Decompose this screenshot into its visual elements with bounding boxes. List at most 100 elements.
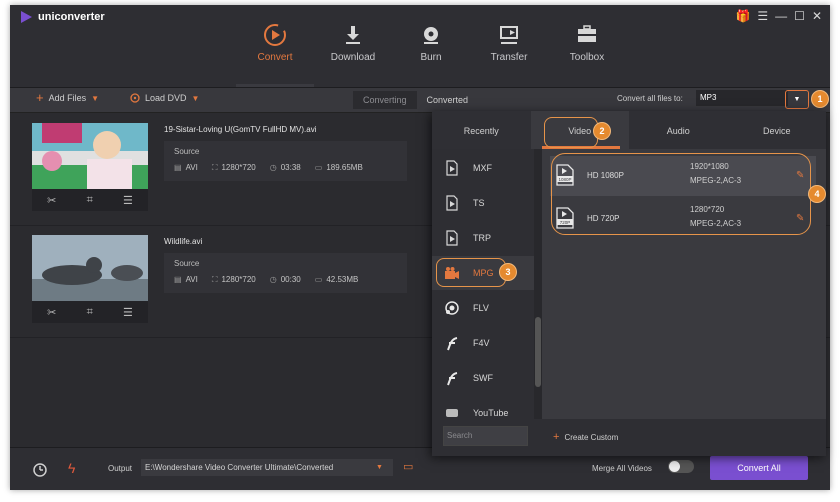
flash-f-icon bbox=[447, 372, 458, 386]
merge-toggle[interactable] bbox=[668, 460, 694, 473]
resolution-icon: ⛶ bbox=[211, 275, 218, 284]
menu-icon[interactable]: ☰ bbox=[757, 9, 768, 23]
format-item-mxf[interactable]: MXF bbox=[432, 151, 534, 185]
callout-badge-4: 4 bbox=[808, 185, 826, 203]
dvd-icon bbox=[130, 93, 140, 103]
merge-label: Merge All Videos bbox=[592, 464, 652, 473]
nav-transfer-label: Transfer bbox=[490, 52, 528, 63]
close-icon[interactable]: ✕ bbox=[812, 9, 822, 23]
clock-icon: ◷ bbox=[269, 275, 277, 284]
load-dvd-label: Load DVD bbox=[145, 93, 187, 103]
add-files-button[interactable]: + Add Files ▼ bbox=[36, 91, 99, 104]
format-list-scrollbar[interactable] bbox=[534, 149, 542, 419]
format-label: SWF bbox=[473, 373, 493, 383]
callout-badge-3: 3 bbox=[499, 263, 517, 281]
format-item-ts[interactable]: TS bbox=[432, 186, 534, 220]
file-format: AVI bbox=[185, 163, 198, 172]
cut-icon[interactable]: ✂ bbox=[47, 306, 56, 319]
flash-icon[interactable]: ϟ bbox=[68, 460, 75, 476]
window-controls: 🎁 ☰ — ☐ ✕ bbox=[735, 9, 822, 23]
video-thumbnail[interactable] bbox=[32, 123, 148, 189]
conversion-tabs: Converting Converted bbox=[353, 91, 478, 109]
nav-active-indicator bbox=[236, 84, 314, 87]
alarm-icon[interactable] bbox=[32, 461, 48, 477]
convert-all-format-select[interactable]: MP3 bbox=[696, 90, 788, 106]
nav-burn-label: Burn bbox=[420, 52, 442, 63]
add-files-label: Add Files bbox=[48, 93, 87, 103]
tab-converted[interactable]: Converted bbox=[417, 91, 479, 109]
create-custom-button[interactable]: + Create Custom bbox=[553, 431, 618, 443]
file-name: 19-Sistar-Loving U(GomTV FullHD MV).avi bbox=[164, 125, 317, 134]
thumbnail-tools: ✂ ⌗ ☰ bbox=[32, 189, 148, 211]
chevron-down-icon[interactable]: ▼ bbox=[376, 464, 383, 471]
thumbnail-tools: ✂ ⌗ ☰ bbox=[32, 301, 148, 323]
top-bar: uniconverter 🎁 ☰ — ☐ ✕ Convert Download … bbox=[10, 5, 830, 88]
file-size: 189.65MB bbox=[326, 163, 363, 172]
minimize-icon[interactable]: — bbox=[775, 9, 787, 23]
convert-icon bbox=[264, 24, 286, 46]
output-path-select[interactable]: E:\Wondershare Video Converter Ultimate\… bbox=[141, 459, 393, 476]
youtube-icon bbox=[446, 409, 458, 417]
logo-icon bbox=[21, 11, 32, 23]
download-icon bbox=[346, 26, 360, 44]
format-label: F4V bbox=[473, 338, 490, 348]
nav-download[interactable]: Download bbox=[314, 23, 392, 63]
format-dropdown-button[interactable]: ▼ bbox=[785, 90, 809, 109]
source-details: ▤ AVI ⛶ 1280*720 ◷ 00:30 ▭ 42.53MB bbox=[174, 275, 358, 285]
flash-f-icon bbox=[447, 337, 458, 351]
file-format-icon bbox=[446, 195, 458, 211]
file-duration: 00:30 bbox=[280, 275, 301, 284]
load-dvd-button[interactable]: Load DVD ▼ bbox=[130, 93, 199, 103]
app-name: uniconverter bbox=[38, 11, 105, 23]
callout-badge-1: 1 bbox=[811, 90, 829, 108]
callout-badge-2: 2 bbox=[593, 122, 611, 140]
convert-all-button[interactable]: Convert All bbox=[710, 456, 808, 480]
file-resolution: 1280*720 bbox=[221, 163, 256, 172]
tab-converting[interactable]: Converting bbox=[353, 91, 417, 109]
tab-recently[interactable]: Recently bbox=[432, 111, 531, 149]
format-label: TRP bbox=[473, 233, 491, 243]
burn-icon bbox=[424, 27, 438, 44]
open-folder-icon[interactable]: ▭ bbox=[403, 460, 413, 473]
gift-icon[interactable]: 🎁 bbox=[735, 9, 750, 23]
chevron-down-icon[interactable]: ▼ bbox=[192, 94, 200, 103]
format-item-youtube[interactable]: YouTube bbox=[432, 396, 534, 419]
video-thumbnail[interactable] bbox=[32, 235, 148, 301]
toolbox-icon bbox=[578, 25, 596, 42]
thumbnail-image bbox=[32, 235, 148, 301]
plus-icon: + bbox=[553, 431, 560, 443]
nav-convert-label: Convert bbox=[257, 52, 293, 63]
crop-icon[interactable]: ⌗ bbox=[87, 306, 93, 319]
resolution-icon: ⛶ bbox=[211, 163, 218, 172]
format-search-input[interactable]: Search bbox=[443, 426, 528, 446]
create-custom-label: Create Custom bbox=[564, 432, 619, 442]
main-nav: Convert Download Burn Transfer Toolbox bbox=[236, 23, 626, 63]
maximize-icon[interactable]: ☐ bbox=[794, 9, 805, 23]
crop-icon[interactable]: ⌗ bbox=[87, 194, 93, 207]
output-label: Output bbox=[108, 464, 133, 473]
format-item-f4v[interactable]: F4V bbox=[432, 326, 534, 360]
format-tabs: Recently Video Audio Device bbox=[432, 111, 826, 149]
effects-icon[interactable]: ☰ bbox=[123, 306, 133, 319]
tab-device[interactable]: Device bbox=[728, 111, 827, 149]
format-item-swf[interactable]: SWF bbox=[432, 361, 534, 395]
clock-icon: ◷ bbox=[269, 163, 277, 172]
callout-outline-video-tab bbox=[544, 117, 598, 148]
source-info: Source ▤ AVI ⛶ 1280*720 ◷ 00:30 ▭ 42.53MB bbox=[164, 253, 407, 293]
chevron-down-icon[interactable]: ▼ bbox=[91, 94, 99, 103]
nav-toolbox[interactable]: Toolbox bbox=[548, 23, 626, 63]
convert-all-label: Convert all files to: bbox=[617, 94, 683, 103]
format-item-flv[interactable]: FLV bbox=[432, 291, 534, 325]
nav-download-label: Download bbox=[330, 52, 376, 63]
nav-burn[interactable]: Burn bbox=[392, 23, 470, 63]
nav-transfer[interactable]: Transfer bbox=[470, 23, 548, 63]
format-item-trp[interactable]: TRP bbox=[432, 221, 534, 255]
effects-icon[interactable]: ☰ bbox=[123, 194, 133, 207]
callout-outline-presets bbox=[551, 153, 811, 235]
thumbnail-image bbox=[32, 123, 148, 189]
nav-convert[interactable]: Convert bbox=[236, 23, 314, 63]
scrollbar-thumb[interactable] bbox=[535, 317, 541, 387]
cut-icon[interactable]: ✂ bbox=[47, 194, 56, 207]
transfer-icon bbox=[500, 26, 518, 44]
tab-audio[interactable]: Audio bbox=[629, 111, 728, 149]
